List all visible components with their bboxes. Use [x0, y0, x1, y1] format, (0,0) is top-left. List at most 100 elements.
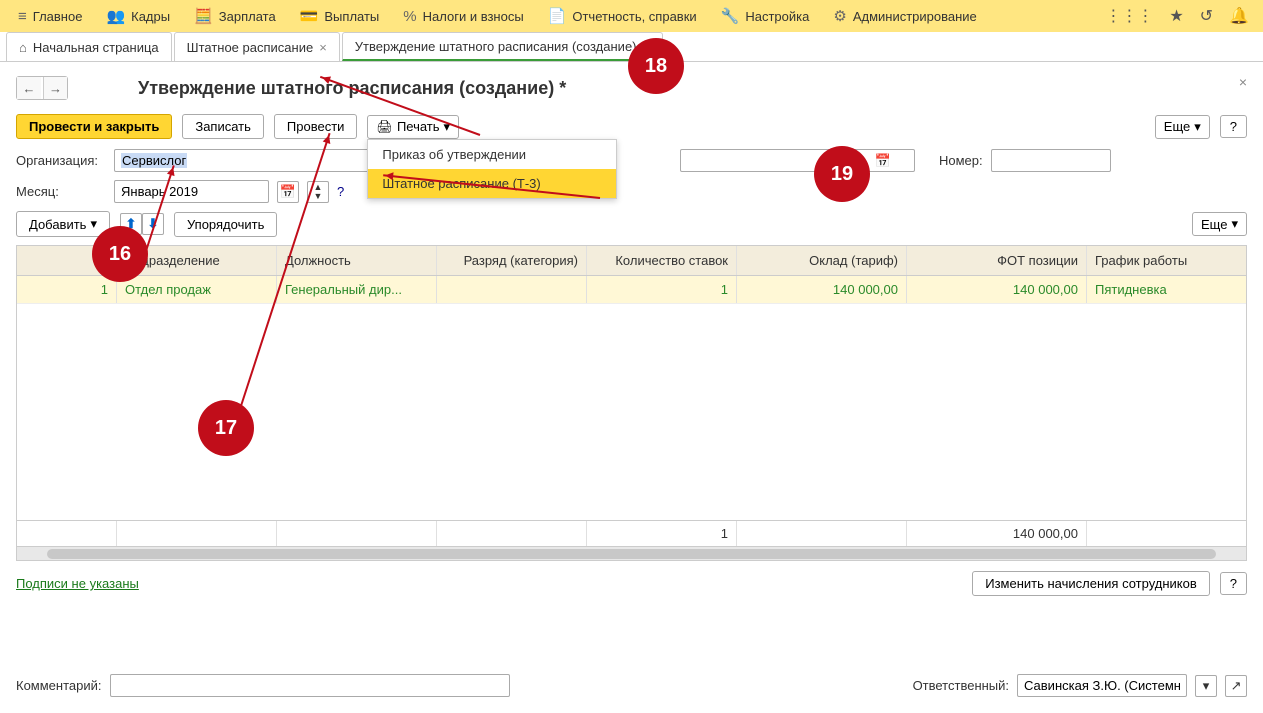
apps-icon[interactable]: ⋮⋮⋮	[1097, 6, 1161, 26]
table-row[interactable]: 1 Отдел продаж Генеральный дир... 1 140 …	[17, 276, 1246, 304]
grid-more-button[interactable]: Еще ▾	[1192, 212, 1247, 236]
tab-label: Штатное расписание	[187, 40, 314, 55]
main-toolbar: Провести и закрыть Записать Провести 🖨 Пе…	[16, 114, 1247, 139]
tab-staff-list[interactable]: Штатное расписание ×	[174, 32, 340, 61]
tab-label: Начальная страница	[33, 40, 159, 55]
print-menu-order[interactable]: Приказ об утверждении	[368, 140, 616, 169]
print-button[interactable]: 🖨Печать▾	[367, 115, 459, 139]
tab-label: Утверждение штатного расписания (создани…	[355, 39, 637, 54]
responsible-label: Ответственный:	[913, 678, 1009, 693]
nomer-label: Номер:	[939, 153, 983, 168]
calendar-icon[interactable]: 📅	[277, 181, 299, 203]
nav-label: Администрирование	[853, 9, 977, 24]
nav-label: Налоги и взносы	[423, 9, 524, 24]
form-row-month: Месяц: 📅 ▲▼ ?	[16, 180, 1247, 203]
responsible-input[interactable]	[1017, 674, 1187, 697]
wrench-icon: 🔧	[721, 7, 740, 25]
chevron-down-icon: ▾	[1231, 216, 1238, 232]
help-button-2[interactable]: ?	[1220, 572, 1247, 595]
close-icon[interactable]: ×	[319, 40, 327, 55]
nav-admin[interactable]: ⚙Администрирование	[821, 0, 988, 32]
card-icon: 💳	[300, 7, 319, 25]
chevron-down-icon: ▾	[90, 216, 97, 232]
history-icon[interactable]: ↺	[1192, 6, 1221, 26]
print-menu-t3[interactable]: Штатное расписание (Т-3)	[368, 169, 616, 198]
footer-fot: 140 000,00	[907, 521, 1087, 546]
more-button[interactable]: Еще ▾	[1155, 115, 1210, 139]
home-icon: ⌂	[19, 40, 27, 55]
nav-kadry[interactable]: 👥 Кадры	[94, 0, 182, 32]
change-accruals-button[interactable]: Изменить начисления сотрудников	[972, 571, 1210, 596]
percent-icon: %	[403, 8, 416, 25]
top-nav: ≡ Главное 👥 Кадры 🧮Зарплата 💳 Выплаты % Нало…	[0, 0, 1263, 32]
cell-schedule: Пятидневка	[1087, 276, 1246, 303]
write-button[interactable]: Записать	[182, 114, 264, 139]
people-icon: 👥	[106, 7, 125, 25]
help-button[interactable]: ?	[1220, 115, 1247, 138]
open-icon[interactable]: ↗	[1225, 675, 1247, 697]
cell-position: Генеральный дир...	[277, 276, 437, 303]
month-input[interactable]	[114, 180, 269, 203]
col-schedule[interactable]: График работы	[1087, 246, 1246, 275]
form-row-org: Организация: Сервислог Дата: 📅 Номер:	[16, 149, 1247, 172]
nav-label: Кадры	[131, 9, 170, 24]
nav-label: Выплаты	[324, 9, 379, 24]
menu-icon: ≡	[18, 8, 27, 25]
nav-label: Настройка	[745, 9, 809, 24]
nav-vyplaty[interactable]: 💳 Выплаты	[288, 0, 392, 32]
nav-label: Отчетность, справки	[572, 9, 696, 24]
chevron-down-icon[interactable]: ▾	[1195, 675, 1217, 697]
cell-salary: 140 000,00	[737, 276, 907, 303]
grid-footer: 1 140 000,00	[17, 520, 1246, 546]
comment-input[interactable]	[110, 674, 511, 697]
org-input[interactable]: Сервислог	[114, 149, 386, 172]
forward-button[interactable]: →	[43, 77, 67, 99]
col-fot[interactable]: ФОТ позиции	[907, 246, 1087, 275]
star-icon[interactable]: ★	[1161, 6, 1191, 26]
add-button[interactable]: Добавить ▾	[16, 211, 110, 237]
grid-toolbar: Добавить ▾ ⬆ ⬇ Упорядочить Еще ▾	[16, 211, 1247, 237]
more-label: Еще	[1164, 119, 1190, 134]
bell-icon[interactable]: 🔔	[1221, 6, 1257, 26]
more-label: Еще	[1201, 217, 1227, 232]
print-label: Печать	[397, 119, 440, 134]
calendar-icon[interactable]: 📅	[875, 153, 891, 169]
order-button[interactable]: Упорядочить	[174, 212, 277, 237]
post-and-close-button[interactable]: Провести и закрыть	[16, 114, 172, 139]
horizontal-scrollbar[interactable]	[17, 546, 1246, 560]
print-menu: Приказ об утверждении Штатное расписание…	[367, 139, 617, 199]
footer-count: 1	[587, 521, 737, 546]
cell-fot: 140 000,00	[907, 276, 1087, 303]
grid-header: N Подразделение Должность Разряд (катего…	[17, 246, 1246, 276]
tab-approval[interactable]: Утверждение штатного расписания (создани…	[342, 32, 663, 61]
nav-zarplata[interactable]: 🧮Зарплата	[182, 0, 288, 32]
doc-icon: 📄	[548, 7, 567, 25]
nomer-input[interactable]	[991, 149, 1111, 172]
nav-nalogi[interactable]: % Налоги и взносы	[391, 0, 535, 32]
post-button[interactable]: Провести	[274, 114, 358, 139]
help-link[interactable]: ?	[337, 184, 344, 199]
cell-category	[437, 276, 587, 303]
tab-home[interactable]: ⌂ Начальная страница	[6, 32, 172, 61]
nav-nastroyka[interactable]: 🔧 Настройка	[709, 0, 822, 32]
close-page-button[interactable]: ×	[1239, 74, 1247, 90]
nav-otchetnost[interactable]: 📄 Отчетность, справки	[536, 0, 709, 32]
comment-label: Комментарий:	[16, 678, 102, 693]
col-salary[interactable]: Оклад (тариф)	[737, 246, 907, 275]
positions-grid: N Подразделение Должность Разряд (катего…	[16, 245, 1247, 561]
col-position[interactable]: Должность	[277, 246, 437, 275]
nav-label: Главное	[33, 9, 83, 24]
printer-icon: 🖨	[376, 119, 393, 135]
col-category[interactable]: Разряд (категория)	[437, 246, 587, 275]
annotation-17: 17	[198, 400, 254, 456]
col-count[interactable]: Количество ставок	[587, 246, 737, 275]
back-button[interactable]: ←	[17, 77, 41, 99]
month-label: Месяц:	[16, 184, 106, 199]
add-label: Добавить	[29, 217, 86, 232]
nav-main[interactable]: ≡ Главное	[6, 0, 94, 32]
cell-n: 1	[17, 276, 117, 303]
nav-back-forward: ← →	[16, 76, 68, 100]
annotation-16: 16	[92, 226, 148, 282]
signatures-link[interactable]: Подписи не указаны	[16, 576, 139, 591]
footer-row: Комментарий: Ответственный: ▾ ↗	[16, 674, 1247, 697]
